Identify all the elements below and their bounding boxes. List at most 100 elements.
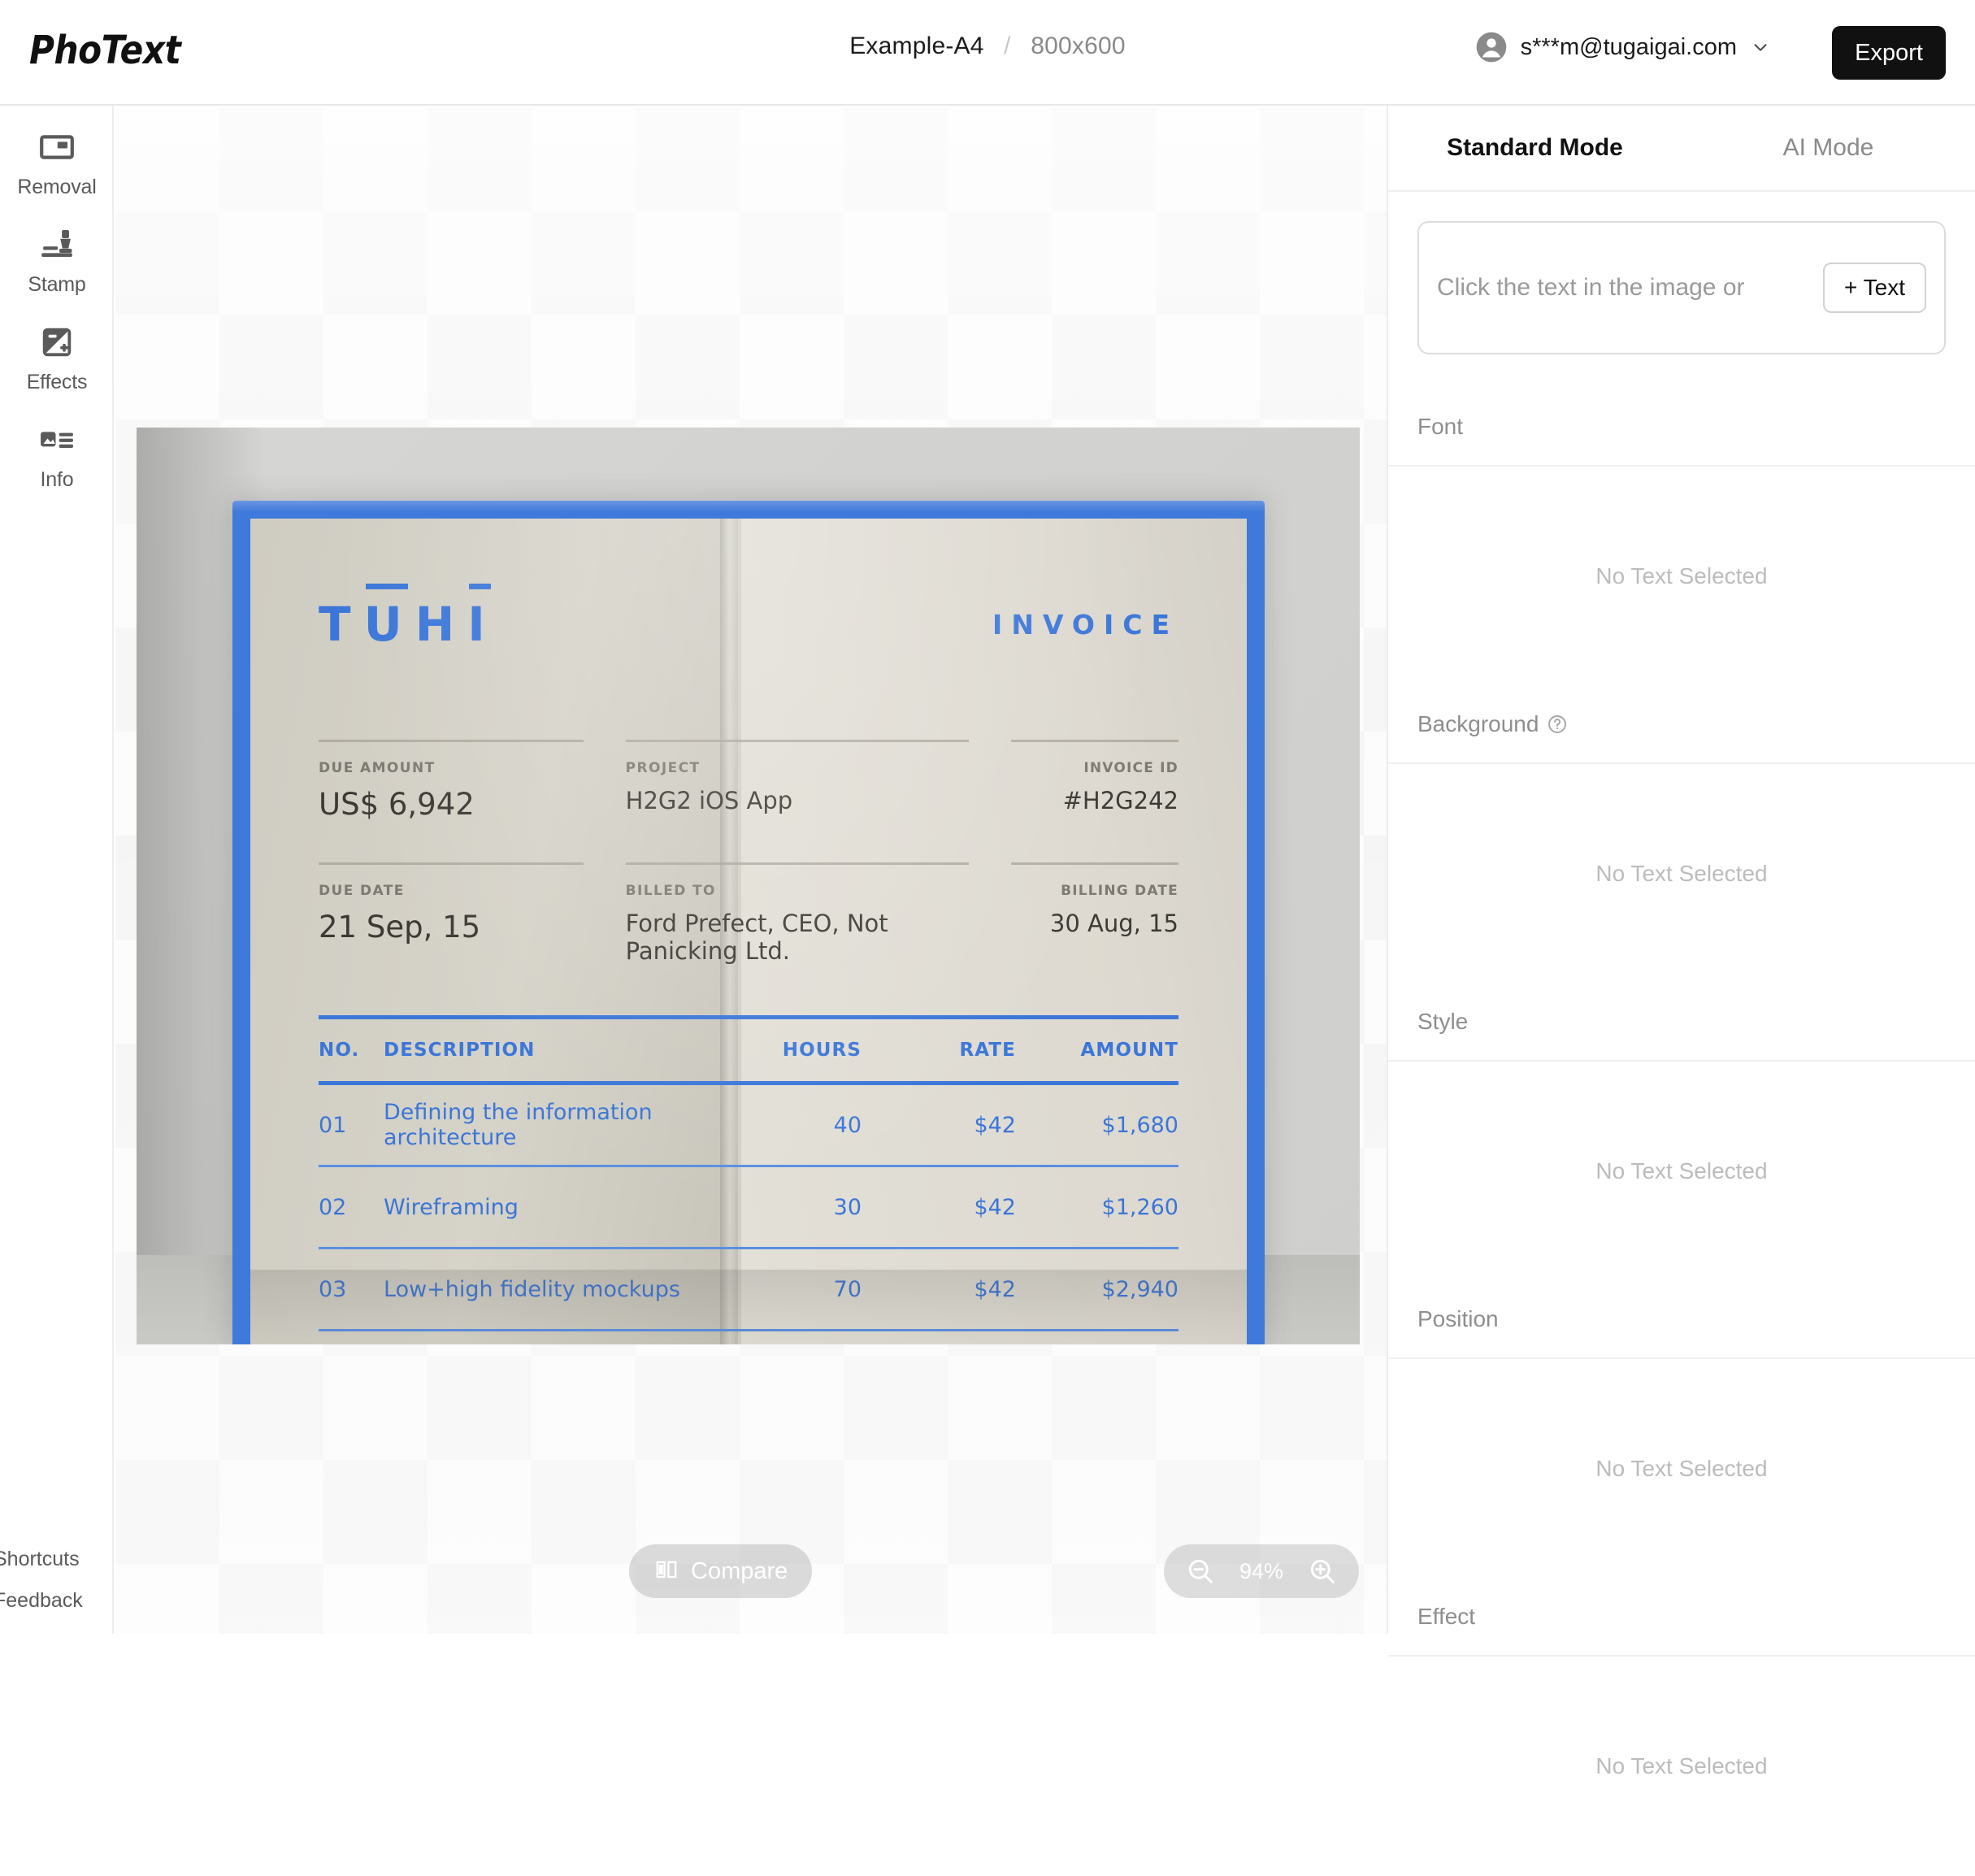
section-title: Style xyxy=(1417,1009,1469,1034)
background-empty-state: No Text Selected xyxy=(1595,861,1768,886)
sidebar-item-stamp-label: Stamp xyxy=(28,273,86,296)
compare-button[interactable]: Compare xyxy=(629,1544,813,1598)
meta-value: H2G2 iOS App xyxy=(625,787,793,814)
document-dimensions: 800x600 xyxy=(1031,33,1126,59)
column-header-amount: AMOUNT xyxy=(1080,1040,1178,1061)
tab-ai-mode[interactable]: AI Mode xyxy=(1682,134,1975,162)
sidebar-item-effects[interactable]: Effects xyxy=(0,324,114,394)
invoice-content: TUHI INVOICE DUE AMOUNT US$ 6,942 PROJEC… xyxy=(250,519,1247,1344)
invoice-title: INVOICE xyxy=(992,608,1178,641)
column-header-no: NO. xyxy=(319,1040,360,1061)
section-title: Position xyxy=(1417,1306,1499,1331)
document-name: Example-A4 xyxy=(849,33,984,59)
shortcuts-link[interactable]: Shortcuts xyxy=(0,1548,80,1571)
meta-value: Ford Prefect, CEO, Not Panicking Ltd. xyxy=(625,910,888,965)
table-row: 02 Wireframing 30 $42 $1,260 xyxy=(319,1167,1178,1247)
invoice-meta-row: DUE AMOUNT US$ 6,942 PROJECT H2G2 iOS Ap… xyxy=(319,728,1178,822)
meta-value: #H2G242 xyxy=(1062,787,1178,814)
brand-letter-u: U xyxy=(363,584,415,652)
section-title: Effect xyxy=(1417,1604,1476,1629)
image-canvas[interactable]: TUHI INVOICE DUE AMOUNT US$ 6,942 PROJEC… xyxy=(115,107,1387,1634)
brand-letter-i: I xyxy=(467,584,498,652)
feedback-link[interactable]: Feedback xyxy=(0,1589,83,1613)
meta-value: 21 Sep, 15 xyxy=(319,910,481,945)
invoice-meta: DUE AMOUNT US$ 6,942 PROJECT H2G2 iOS Ap… xyxy=(319,728,1178,965)
avatar xyxy=(1475,31,1508,63)
font-empty-state: No Text Selected xyxy=(1595,563,1768,588)
cell-rate: $42 xyxy=(974,1276,1016,1302)
column-header-rate: RATE xyxy=(959,1040,1016,1061)
meta-value: US$ 6,942 xyxy=(319,787,475,822)
title-separator: / xyxy=(1004,33,1011,59)
add-text-button[interactable]: + Text xyxy=(1823,263,1926,313)
tab-standard-mode[interactable]: Standard Mode xyxy=(1388,134,1682,162)
invoice-table: NO. DESCRIPTION HOURS RATE AMOUNT 01 Def… xyxy=(319,1015,1178,1344)
meta-due-amount: DUE AMOUNT US$ 6,942 xyxy=(319,728,584,822)
meta-label: DUE AMOUNT xyxy=(319,760,436,776)
cell-amount: $1,260 xyxy=(1101,1194,1178,1220)
column-header-hours: HOURS xyxy=(782,1040,862,1061)
meta-label: DUE DATE xyxy=(319,883,405,899)
meta-rule xyxy=(319,862,584,865)
zoom-in-button[interactable] xyxy=(1304,1552,1341,1590)
cell-description: Wireframing xyxy=(384,1194,519,1220)
meta-label: BILLING DATE xyxy=(1061,883,1178,899)
sidebar-item-stamp[interactable]: Stamp xyxy=(0,226,114,297)
text-input-wrapper: Click the text in the image or + Text xyxy=(1388,192,1975,354)
stamp-icon xyxy=(38,226,76,263)
sidebar-item-info[interactable]: Info xyxy=(0,421,114,492)
top-bar: PhoText Example-A4 / 800x600 s***m@tugai… xyxy=(0,0,1975,106)
export-button[interactable]: Export xyxy=(1832,26,1946,80)
help-icon[interactable] xyxy=(1547,714,1568,735)
sidebar-item-removal[interactable]: Removal xyxy=(0,128,114,199)
table-row: 03 Low+high fidelity mockups 70 $42 $2,9… xyxy=(319,1249,1178,1329)
removal-icon xyxy=(38,128,76,166)
cell-rate: $42 xyxy=(974,1112,1016,1138)
section-label-style: Style xyxy=(1388,984,1975,1062)
cell-no: 01 xyxy=(319,1112,347,1138)
meta-value: 30 Aug, 15 xyxy=(1049,910,1178,937)
sidebar-item-removal-label: Removal xyxy=(17,176,97,198)
text-input-placeholder: Click the text in the image or xyxy=(1437,274,1745,301)
compare-label: Compare xyxy=(691,1557,788,1584)
cell-hours: 40 xyxy=(833,1112,862,1138)
compare-icon xyxy=(653,1557,679,1587)
panel-spacer xyxy=(1388,354,1975,389)
meta-label: INVOICE ID xyxy=(1083,760,1178,776)
effects-icon xyxy=(38,324,76,361)
meta-rule xyxy=(625,862,969,865)
invoice-brand: TUHI xyxy=(319,584,498,652)
section-title: Font xyxy=(1417,414,1464,439)
zoom-controls: 94% xyxy=(1164,1544,1359,1598)
cell-hours: 30 xyxy=(833,1194,862,1220)
table-header-row: NO. DESCRIPTION HOURS RATE AMOUNT xyxy=(319,1019,1178,1081)
brand-letter-h: H xyxy=(415,597,468,652)
zoom-out-button[interactable] xyxy=(1182,1552,1219,1590)
meta-billing-date: BILLING DATE 30 Aug, 15 xyxy=(1010,851,1178,965)
cell-rate: $42 xyxy=(974,1194,1016,1220)
mode-tabs: Standard Mode AI Mode xyxy=(1388,106,1975,192)
section-label-background: Background xyxy=(1388,686,1975,764)
text-input-box[interactable]: Click the text in the image or + Text xyxy=(1417,221,1946,354)
invoice-cover: TUHI INVOICE DUE AMOUNT US$ 6,942 PROJEC… xyxy=(232,501,1265,1344)
cell-no: 02 xyxy=(319,1194,347,1220)
left-toolbar: Removal Stamp Effects Info Shortcuts Fee… xyxy=(0,106,114,1634)
brand-letter-t: T xyxy=(319,597,364,652)
meta-label: PROJECT xyxy=(625,760,701,776)
cell-description: Defining the information architecture xyxy=(384,1100,653,1150)
section-title: Background xyxy=(1417,711,1539,736)
sidebar-item-info-label: Info xyxy=(40,468,74,491)
sidebar-item-effects-label: Effects xyxy=(26,371,88,393)
column-header-description: DESCRIPTION xyxy=(384,1040,536,1061)
section-label-position: Position xyxy=(1388,1281,1975,1359)
user-menu[interactable]: s***m@tugaigai.com xyxy=(1475,31,1769,63)
invoice-meta-row: DUE DATE 21 Sep, 15 BILLED TO Ford Prefe… xyxy=(319,851,1178,965)
effect-empty-state: No Text Selected xyxy=(1595,1753,1768,1778)
chevron-down-icon xyxy=(1750,38,1769,56)
section-label-font: Font xyxy=(1388,389,1975,467)
section-label-effect: Effect xyxy=(1388,1579,1975,1657)
info-icon xyxy=(38,421,76,458)
meta-rule xyxy=(319,740,584,742)
edited-image[interactable]: TUHI INVOICE DUE AMOUNT US$ 6,942 PROJEC… xyxy=(137,428,1360,1344)
meta-project: PROJECT H2G2 iOS App xyxy=(625,728,969,822)
